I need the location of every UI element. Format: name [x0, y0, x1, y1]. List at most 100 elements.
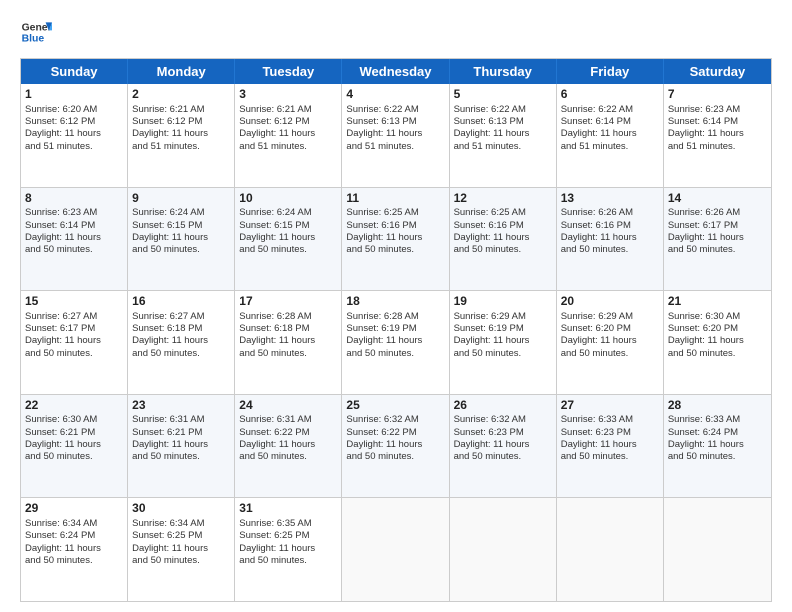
- day-cell-28: 28Sunrise: 6:33 AMSunset: 6:24 PMDayligh…: [664, 395, 771, 498]
- day-info-line: and 50 minutes.: [668, 451, 767, 463]
- day-info-line: Sunrise: 6:31 AM: [239, 414, 337, 426]
- day-info-line: Daylight: 11 hours: [132, 439, 230, 451]
- day-info-line: and 51 minutes.: [668, 141, 767, 153]
- day-info-line: Sunset: 6:12 PM: [239, 116, 337, 128]
- day-number: 10: [239, 191, 337, 207]
- day-cell-empty-4-3: [342, 498, 449, 601]
- day-info-line: and 50 minutes.: [561, 451, 659, 463]
- weekday-header-sunday: Sunday: [21, 59, 128, 84]
- day-info-line: Daylight: 11 hours: [454, 335, 552, 347]
- day-number: 14: [668, 191, 767, 207]
- day-cell-4: 4Sunrise: 6:22 AMSunset: 6:13 PMDaylight…: [342, 84, 449, 187]
- day-info-line: Sunrise: 6:31 AM: [132, 414, 230, 426]
- day-info-line: Sunset: 6:17 PM: [668, 220, 767, 232]
- day-cell-14: 14Sunrise: 6:26 AMSunset: 6:17 PMDayligh…: [664, 188, 771, 291]
- day-info-line: and 50 minutes.: [239, 348, 337, 360]
- day-number: 29: [25, 501, 123, 517]
- header: General Blue: [20, 16, 772, 48]
- day-info-line: Sunset: 6:23 PM: [561, 427, 659, 439]
- day-number: 20: [561, 294, 659, 310]
- day-info-line: Sunrise: 6:34 AM: [132, 518, 230, 530]
- day-info-line: Sunset: 6:13 PM: [346, 116, 444, 128]
- day-info-line: Sunset: 6:20 PM: [668, 323, 767, 335]
- day-number: 6: [561, 87, 659, 103]
- day-info-line: Sunset: 6:22 PM: [239, 427, 337, 439]
- day-number: 13: [561, 191, 659, 207]
- day-info-line: Sunset: 6:17 PM: [25, 323, 123, 335]
- day-info-line: Sunrise: 6:29 AM: [561, 311, 659, 323]
- day-info-line: Sunset: 6:19 PM: [454, 323, 552, 335]
- day-info-line: and 50 minutes.: [346, 244, 444, 256]
- day-info-line: Sunrise: 6:30 AM: [668, 311, 767, 323]
- day-cell-30: 30Sunrise: 6:34 AMSunset: 6:25 PMDayligh…: [128, 498, 235, 601]
- day-info-line: Sunrise: 6:22 AM: [454, 104, 552, 116]
- day-info-line: and 50 minutes.: [132, 348, 230, 360]
- day-cell-empty-4-6: [664, 498, 771, 601]
- day-info-line: Sunset: 6:18 PM: [239, 323, 337, 335]
- day-info-line: Daylight: 11 hours: [25, 335, 123, 347]
- day-info-line: Sunrise: 6:30 AM: [25, 414, 123, 426]
- calendar: SundayMondayTuesdayWednesdayThursdayFrid…: [20, 58, 772, 602]
- day-number: 27: [561, 398, 659, 414]
- day-number: 12: [454, 191, 552, 207]
- day-info-line: Sunset: 6:14 PM: [561, 116, 659, 128]
- day-info-line: and 50 minutes.: [25, 244, 123, 256]
- day-info-line: Sunrise: 6:22 AM: [346, 104, 444, 116]
- day-number: 22: [25, 398, 123, 414]
- day-info-line: Daylight: 11 hours: [668, 128, 767, 140]
- day-info-line: and 50 minutes.: [346, 348, 444, 360]
- day-info-line: Daylight: 11 hours: [132, 128, 230, 140]
- day-info-line: Sunrise: 6:24 AM: [239, 207, 337, 219]
- day-info-line: Sunset: 6:13 PM: [454, 116, 552, 128]
- day-info-line: Sunrise: 6:34 AM: [25, 518, 123, 530]
- day-info-line: Sunrise: 6:26 AM: [668, 207, 767, 219]
- day-cell-29: 29Sunrise: 6:34 AMSunset: 6:24 PMDayligh…: [21, 498, 128, 601]
- day-cell-26: 26Sunrise: 6:32 AMSunset: 6:23 PMDayligh…: [450, 395, 557, 498]
- day-info-line: Daylight: 11 hours: [454, 439, 552, 451]
- day-info-line: Sunset: 6:15 PM: [239, 220, 337, 232]
- day-info-line: Sunset: 6:20 PM: [561, 323, 659, 335]
- day-info-line: Daylight: 11 hours: [239, 543, 337, 555]
- day-cell-8: 8Sunrise: 6:23 AMSunset: 6:14 PMDaylight…: [21, 188, 128, 291]
- day-info-line: Daylight: 11 hours: [346, 232, 444, 244]
- day-info-line: Sunrise: 6:25 AM: [346, 207, 444, 219]
- day-number: 17: [239, 294, 337, 310]
- calendar-row-2: 15Sunrise: 6:27 AMSunset: 6:17 PMDayligh…: [21, 290, 771, 394]
- day-info-line: Sunset: 6:16 PM: [454, 220, 552, 232]
- day-info-line: Sunset: 6:16 PM: [346, 220, 444, 232]
- day-info-line: Daylight: 11 hours: [668, 232, 767, 244]
- page: General Blue SundayMondayTuesdayWednesda…: [0, 0, 792, 612]
- calendar-header: SundayMondayTuesdayWednesdayThursdayFrid…: [21, 59, 771, 84]
- day-cell-12: 12Sunrise: 6:25 AMSunset: 6:16 PMDayligh…: [450, 188, 557, 291]
- day-info-line: and 50 minutes.: [346, 451, 444, 463]
- day-info-line: and 50 minutes.: [561, 244, 659, 256]
- day-info-line: Daylight: 11 hours: [25, 128, 123, 140]
- day-info-line: Daylight: 11 hours: [454, 128, 552, 140]
- day-info-line: Sunrise: 6:32 AM: [346, 414, 444, 426]
- day-info-line: Daylight: 11 hours: [132, 543, 230, 555]
- day-info-line: and 50 minutes.: [132, 244, 230, 256]
- day-info-line: Daylight: 11 hours: [346, 128, 444, 140]
- day-info-line: Daylight: 11 hours: [25, 439, 123, 451]
- day-info-line: Sunset: 6:12 PM: [132, 116, 230, 128]
- day-info-line: Daylight: 11 hours: [668, 439, 767, 451]
- day-info-line: Sunset: 6:25 PM: [239, 530, 337, 542]
- day-info-line: and 50 minutes.: [239, 244, 337, 256]
- day-cell-empty-4-5: [557, 498, 664, 601]
- day-number: 1: [25, 87, 123, 103]
- day-info-line: Sunrise: 6:26 AM: [561, 207, 659, 219]
- day-number: 3: [239, 87, 337, 103]
- day-number: 8: [25, 191, 123, 207]
- day-info-line: and 50 minutes.: [25, 451, 123, 463]
- weekday-header-thursday: Thursday: [450, 59, 557, 84]
- day-info-line: Sunrise: 6:33 AM: [668, 414, 767, 426]
- day-info-line: and 50 minutes.: [561, 348, 659, 360]
- day-info-line: and 50 minutes.: [25, 555, 123, 567]
- day-info-line: Sunset: 6:12 PM: [25, 116, 123, 128]
- svg-text:Blue: Blue: [22, 34, 45, 45]
- day-number: 19: [454, 294, 552, 310]
- day-info-line: Sunset: 6:14 PM: [668, 116, 767, 128]
- day-cell-9: 9Sunrise: 6:24 AMSunset: 6:15 PMDaylight…: [128, 188, 235, 291]
- day-cell-23: 23Sunrise: 6:31 AMSunset: 6:21 PMDayligh…: [128, 395, 235, 498]
- logo: General Blue: [20, 16, 52, 48]
